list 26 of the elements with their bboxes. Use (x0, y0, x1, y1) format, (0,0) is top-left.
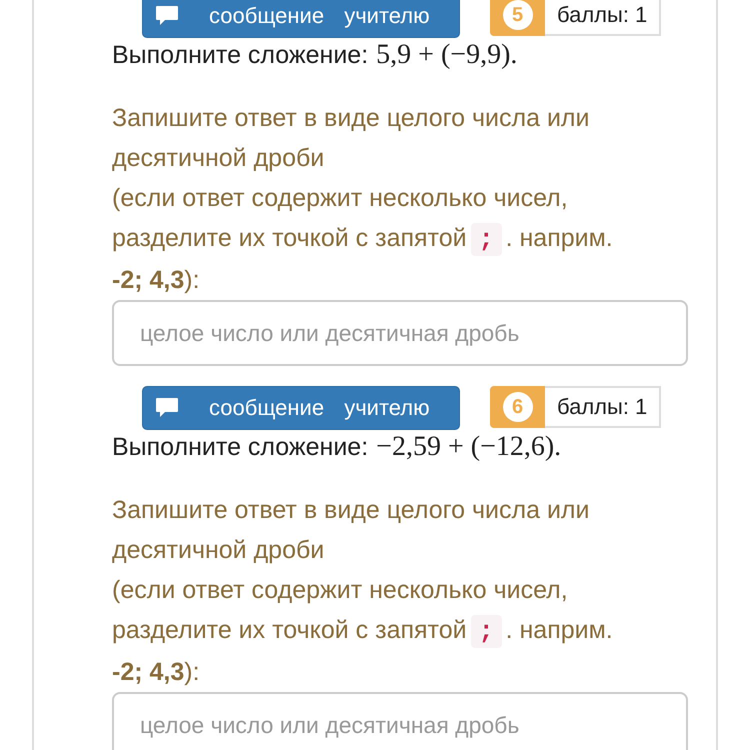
separator-code: ; (470, 223, 502, 256)
separator-code: ; (470, 615, 502, 648)
math-expression: −2,59 + (−12,6). (376, 431, 562, 462)
points-label: баллы: 1 (545, 386, 662, 428)
answer-field[interactable]: целое число или десятичная дробь (112, 300, 688, 366)
message-teacher-button[interactable]: сообщение учителю (142, 0, 460, 38)
hint-text: (если ответ содержит несколько чисел, (112, 183, 569, 214)
speech-bubble-icon (155, 5, 179, 27)
example-text: -2; 4,3): (112, 265, 201, 296)
hint-text: разделите их точкой с запятой (112, 224, 467, 252)
hint-text: (если ответ содержит несколько чисел, (112, 575, 569, 606)
answer-field[interactable]: целое число или десятичная дробь (112, 692, 688, 750)
question-number: 6 (502, 392, 532, 422)
question-number: 5 (502, 0, 532, 30)
example-text: -2; 4,3): (112, 657, 201, 688)
hint-text: . наприм. (506, 616, 613, 644)
problem-text: Выполните сложение: (112, 433, 368, 461)
message-teacher-button[interactable]: сообщение учителю (142, 386, 460, 430)
instruction-text: Запишите ответ в виде целого числа или десятичной дроби (112, 495, 590, 566)
problem-text: Выполните сложение: (112, 41, 368, 69)
points-label: баллы: 1 (545, 0, 662, 36)
instruction-text: Запишите ответ в виде целого числа или десятичной дроби (112, 103, 590, 174)
math-expression: 5,9 + (−9,9). (376, 39, 518, 70)
hint-text: разделите их точкой с запятой (112, 616, 467, 644)
speech-bubble-icon (155, 397, 179, 419)
hint-text: . наприм. (506, 224, 613, 252)
